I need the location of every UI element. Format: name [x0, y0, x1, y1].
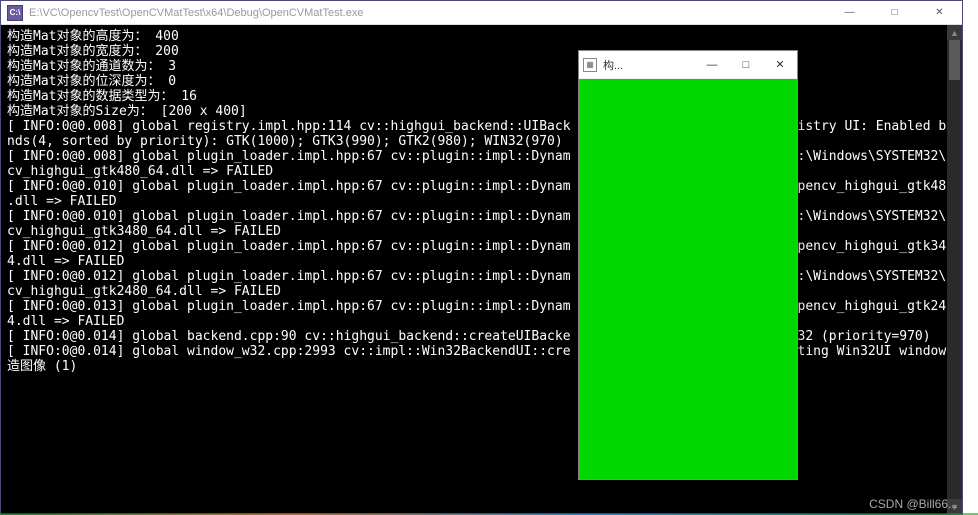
app-icon: C:\ — [7, 5, 23, 21]
close-button[interactable]: ✕ — [917, 1, 962, 25]
child-window-icon: ▦ — [583, 58, 597, 72]
console-line: 造图像 (1) — [7, 359, 77, 374]
console-line: 4.dll => FAILED — [7, 314, 124, 329]
console-line: [ INFO:0@0.012] global plugin_loader.imp… — [7, 239, 962, 254]
console-line: cv_highgui_gtk2480_64.dll => FAILED — [7, 284, 281, 299]
scroll-up-icon[interactable]: ▲ — [947, 25, 962, 40]
console-line: 构造Mat对象的高度为： 400 — [7, 29, 179, 44]
console-line: cv_highgui_gtk3480_64.dll => FAILED — [7, 224, 281, 239]
child-maximize-button[interactable]: □ — [729, 51, 763, 79]
child-window-title: 构... — [601, 57, 695, 73]
console-line: nds(4, sorted by priority): GTK(1000); G… — [7, 134, 563, 149]
console-line: [ INFO:0@0.008] global plugin_loader.imp… — [7, 149, 962, 164]
console-line: 构造Mat对象的Size为： [200 x 400] — [7, 104, 247, 119]
vertical-scrollbar[interactable]: ▲ ▼ — [947, 25, 962, 514]
image-display-area — [579, 79, 797, 479]
child-minimize-button[interactable]: — — [695, 51, 729, 79]
console-line: [ INFO:0@0.010] global plugin_loader.imp… — [7, 179, 962, 194]
main-console-window: C:\ E:\VC\OpencvTest\OpenCVMatTest\x64\D… — [0, 0, 963, 515]
console-line: .dll => FAILED — [7, 194, 117, 209]
console-line: [ INFO:0@0.013] global plugin_loader.imp… — [7, 299, 962, 314]
console-line: 构造Mat对象的数据类型为： 16 — [7, 89, 197, 104]
console-line: 4.dll => FAILED — [7, 254, 124, 269]
console-output[interactable]: 构造Mat对象的高度为： 400 构造Mat对象的宽度为： 200 构造Mat对… — [1, 25, 962, 514]
main-titlebar[interactable]: C:\ E:\VC\OpencvTest\OpenCVMatTest\x64\D… — [1, 1, 962, 25]
console-line: cv_highgui_gtk480_64.dll => FAILED — [7, 164, 273, 179]
window-title: E:\VC\OpencvTest\OpenCVMatTest\x64\Debug… — [29, 7, 827, 19]
console-line: 构造Mat对象的宽度为： 200 — [7, 44, 179, 59]
child-window-controls: — □ ✕ — [695, 51, 797, 79]
child-titlebar[interactable]: ▦ 构... — □ ✕ — [579, 51, 797, 79]
console-line: 构造Mat对象的通道数为： 3 — [7, 59, 176, 74]
child-close-button[interactable]: ✕ — [763, 51, 797, 79]
scrollbar-thumb[interactable] — [949, 40, 960, 80]
console-line: [ INFO:0@0.012] global plugin_loader.imp… — [7, 269, 962, 284]
console-line: 构造Mat对象的位深度为： 0 — [7, 74, 176, 89]
maximize-button[interactable]: □ — [872, 1, 917, 25]
console-line: [ INFO:0@0.014] global window_w32.cpp:29… — [7, 344, 962, 359]
minimize-button[interactable]: — — [827, 1, 872, 25]
console-line: [ INFO:0@0.008] global registry.impl.hpp… — [7, 119, 962, 134]
console-line: [ INFO:0@0.010] global plugin_loader.imp… — [7, 209, 962, 224]
opencv-image-window[interactable]: ▦ 构... — □ ✕ — [578, 50, 798, 480]
watermark-text: CSDN @Bill66... — [869, 497, 958, 511]
window-controls: — □ ✕ — [827, 1, 962, 25]
